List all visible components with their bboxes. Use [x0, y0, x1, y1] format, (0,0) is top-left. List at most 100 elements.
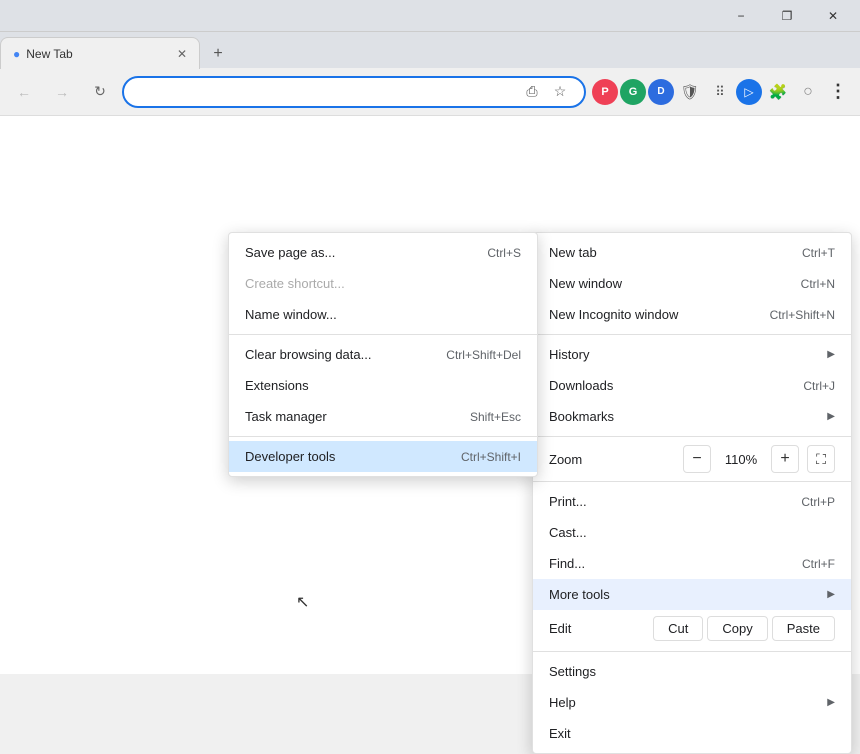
menu-label-bookmarks: Bookmarks	[549, 409, 614, 424]
menu-item-cast[interactable]: Cast...	[533, 517, 851, 548]
restore-button[interactable]: ❐	[764, 0, 810, 32]
sub-menu-item-task-manager[interactable]: Task manager Shift+Esc	[229, 401, 537, 432]
tab-title: New Tab	[26, 47, 72, 61]
title-bar: − ❐ ✕	[0, 0, 860, 32]
menu-item-find[interactable]: Find... Ctrl+F	[533, 548, 851, 579]
menu-item-incognito[interactable]: New Incognito window Ctrl+Shift+N	[533, 299, 851, 330]
dashlane-icon[interactable]: D	[648, 79, 674, 105]
share-icon[interactable]: ⎙	[520, 80, 544, 104]
menu-arrow-more-tools: ▶	[827, 589, 835, 600]
sub-menu-label-save-page: Save page as...	[245, 245, 335, 260]
menu-divider-3	[533, 481, 851, 482]
menu-label-history: History	[549, 347, 589, 362]
tab-bar: ● New Tab ✕ +	[0, 32, 860, 68]
menu-shortcut-new-tab: Ctrl+T	[802, 246, 835, 260]
menu-item-help[interactable]: Help ▶	[533, 687, 851, 718]
menu-item-exit[interactable]: Exit	[533, 718, 851, 749]
close-button[interactable]: ✕	[810, 0, 856, 32]
sub-menu-shortcut-save-page: Ctrl+S	[487, 246, 521, 260]
menu-divider-1	[533, 334, 851, 335]
main-dropdown-menu: New tab Ctrl+T New window Ctrl+N New Inc…	[532, 232, 852, 754]
menu-label-new-tab: New tab	[549, 245, 597, 260]
sub-menu-item-create-shortcut: Create shortcut...	[229, 268, 537, 299]
sub-menu-item-clear-browsing[interactable]: Clear browsing data... Ctrl+Shift+Del	[229, 339, 537, 370]
forward-button[interactable]: →	[46, 76, 78, 108]
mouse-cursor: ↖	[296, 592, 309, 612]
zoom-value: 110%	[719, 452, 763, 467]
menu-item-new-window[interactable]: New window Ctrl+N	[533, 268, 851, 299]
extension-icons: P G D 🛡 ⠿ ▷ 🧩 ○ ⋮	[592, 78, 852, 106]
bookmark-icon[interactable]: ☆	[548, 80, 572, 104]
sub-menu-label-create-shortcut: Create shortcut...	[245, 276, 345, 291]
media-icon[interactable]: ▷	[736, 79, 762, 105]
sub-menu-item-extensions[interactable]: Extensions	[229, 370, 537, 401]
browser-content: groovyPost.com New tab Ctrl+T New window…	[0, 116, 860, 674]
nav-bar: ← → ↻ ⎙ ☆ P G D 🛡 ⠿ ▷ 🧩 ○ ⋮	[0, 68, 860, 116]
zoom-controls: − 110% + ⛶	[683, 445, 835, 473]
menu-item-new-tab[interactable]: New tab Ctrl+T	[533, 237, 851, 268]
profile-icon[interactable]: ○	[794, 78, 822, 106]
sub-menu-label-developer-tools: Developer tools	[245, 449, 335, 464]
minimize-button[interactable]: −	[718, 0, 764, 32]
menu-label-new-window: New window	[549, 276, 622, 291]
menu-label-more-tools: More tools	[549, 587, 610, 602]
menu-arrow-help: ▶	[827, 697, 835, 708]
menu-item-downloads[interactable]: Downloads Ctrl+J	[533, 370, 851, 401]
cut-button[interactable]: Cut	[653, 616, 703, 641]
address-icons: ⎙ ☆	[520, 80, 572, 104]
pocket-icon[interactable]: P	[592, 79, 618, 105]
sub-menu-divider-1	[229, 334, 537, 335]
sub-menu-label-extensions: Extensions	[245, 378, 309, 393]
puzzle-icon[interactable]: 🧩	[764, 78, 792, 106]
edit-label: Edit	[549, 621, 653, 636]
browser-tab[interactable]: ● New Tab ✕	[0, 37, 200, 69]
sub-menu-label-clear-browsing: Clear browsing data...	[245, 347, 371, 362]
edit-buttons: Cut Copy Paste	[653, 616, 835, 641]
sub-menu-item-name-window[interactable]: Name window...	[229, 299, 537, 330]
sub-menu-label-task-manager: Task manager	[245, 409, 327, 424]
copy-button[interactable]: Copy	[707, 616, 767, 641]
menu-label-help: Help	[549, 695, 576, 710]
address-input[interactable]	[136, 84, 520, 99]
sub-menu-item-save-page[interactable]: Save page as... Ctrl+S	[229, 237, 537, 268]
sub-menu-more-tools: Save page as... Ctrl+S Create shortcut..…	[228, 232, 538, 477]
menu-item-print[interactable]: Print... Ctrl+P	[533, 486, 851, 517]
paste-button[interactable]: Paste	[772, 616, 835, 641]
menu-divider-4	[533, 651, 851, 652]
edit-row: Edit Cut Copy Paste	[533, 610, 851, 647]
sub-menu-label-name-window: Name window...	[245, 307, 337, 322]
sub-menu-item-developer-tools[interactable]: Developer tools Ctrl+Shift+I	[229, 441, 537, 472]
menu-icon[interactable]: ⋮	[824, 78, 852, 106]
back-button[interactable]: ←	[8, 76, 40, 108]
zoom-fullscreen-button[interactable]: ⛶	[807, 445, 835, 473]
shield-icon[interactable]: 🛡	[676, 78, 704, 106]
sub-menu-divider-2	[229, 436, 537, 437]
menu-divider-2	[533, 436, 851, 437]
menu-shortcut-downloads: Ctrl+J	[803, 379, 835, 393]
menu-arrow-bookmarks: ▶	[827, 411, 835, 422]
zoom-plus-button[interactable]: +	[771, 445, 799, 473]
sub-menu-shortcut-clear-browsing: Ctrl+Shift+Del	[446, 348, 521, 362]
tab-close-icon[interactable]: ✕	[177, 47, 187, 61]
title-bar-buttons: − ❐ ✕	[718, 0, 856, 32]
menu-label-print: Print...	[549, 494, 587, 509]
multitask-icon[interactable]: ⠿	[706, 78, 734, 106]
sub-menu-shortcut-developer-tools: Ctrl+Shift+I	[461, 450, 521, 464]
grammarly-icon[interactable]: G	[620, 79, 646, 105]
sub-menu-shortcut-task-manager: Shift+Esc	[470, 410, 521, 424]
menu-item-more-tools[interactable]: More tools ▶	[533, 579, 851, 610]
menu-item-history[interactable]: History ▶	[533, 339, 851, 370]
zoom-minus-button[interactable]: −	[683, 445, 711, 473]
menu-label-incognito: New Incognito window	[549, 307, 678, 322]
reload-button[interactable]: ↻	[84, 76, 116, 108]
menu-label-exit: Exit	[549, 726, 571, 741]
menu-item-bookmarks[interactable]: Bookmarks ▶	[533, 401, 851, 432]
address-bar: ⎙ ☆	[122, 76, 586, 108]
menu-arrow-history: ▶	[827, 349, 835, 360]
menu-shortcut-incognito: Ctrl+Shift+N	[770, 308, 835, 322]
new-tab-button[interactable]: +	[204, 40, 232, 68]
zoom-label: Zoom	[549, 452, 683, 467]
menu-item-settings[interactable]: Settings	[533, 656, 851, 687]
menu-label-downloads: Downloads	[549, 378, 613, 393]
tab-favicon: ●	[13, 47, 20, 61]
